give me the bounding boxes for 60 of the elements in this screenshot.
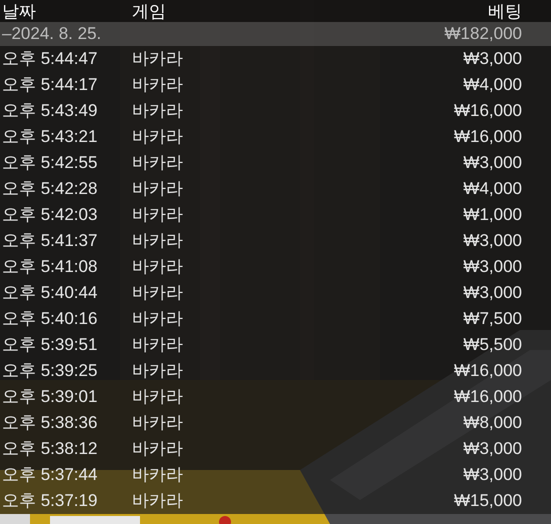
time-cell: 오후 5:41:08 <box>2 257 98 276</box>
bet-cell: ₩4,000 <box>463 179 522 198</box>
bet-cell: ₩8,000 <box>463 413 522 432</box>
bet-cell: ₩3,000 <box>463 49 522 68</box>
group-total: ₩182,000 <box>444 24 522 43</box>
time-cell: 오후 5:44:47 <box>2 49 98 68</box>
game-cell: 바카라 <box>132 75 183 94</box>
time-cell: 오후 5:41:37 <box>2 231 98 250</box>
time-cell: 오후 5:42:03 <box>2 205 98 224</box>
game-cell: 바카라 <box>132 491 183 510</box>
time-cell: 오후 5:44:17 <box>2 75 98 94</box>
game-cell: 바카라 <box>132 153 183 172</box>
column-header: 게임 <box>132 2 166 21</box>
bet-cell: ₩16,000 <box>454 361 522 380</box>
bet-cell: ₩3,000 <box>463 439 522 458</box>
game-cell: 바카라 <box>132 179 183 198</box>
time-cell: 오후 5:40:44 <box>2 283 98 302</box>
game-cell: 바카라 <box>132 283 183 302</box>
bet-cell: ₩7,500 <box>463 309 522 328</box>
time-cell: 오후 5:39:01 <box>2 387 98 406</box>
game-cell: 바카라 <box>132 413 183 432</box>
game-cell: 바카라 <box>132 231 183 250</box>
time-cell: 오후 5:42:55 <box>2 153 98 172</box>
game-cell: 바카라 <box>132 465 183 484</box>
time-cell: 오후 5:38:36 <box>2 413 98 432</box>
time-cell: 오후 5:40:16 <box>2 309 98 328</box>
bet-cell: ₩3,000 <box>463 465 522 484</box>
column-header: 날짜 <box>2 2 36 21</box>
bet-cell: ₩3,000 <box>463 153 522 172</box>
bet-cell: ₩1,000 <box>463 205 522 224</box>
game-cell: 바카라 <box>132 205 183 224</box>
time-cell: 오후 5:38:12 <box>2 439 98 458</box>
game-cell: 바카라 <box>132 49 183 68</box>
game-cell: 바카라 <box>132 127 183 146</box>
game-cell: 바카라 <box>132 309 183 328</box>
time-cell: 오후 5:39:51 <box>2 335 98 354</box>
time-cell: 오후 5:37:19 <box>2 491 98 510</box>
bet-cell: ₩16,000 <box>454 101 522 120</box>
bet-cell: ₩15,000 <box>454 491 522 510</box>
game-cell: 바카라 <box>132 257 183 276</box>
bet-cell: ₩3,000 <box>463 231 522 250</box>
game-cell: 바카라 <box>132 439 183 458</box>
bet-cell: ₩16,000 <box>454 127 522 146</box>
time-cell: 오후 5:37:44 <box>2 465 98 484</box>
time-cell: 오후 5:43:49 <box>2 101 98 120</box>
time-cell: 오후 5:43:21 <box>2 127 98 146</box>
game-cell: 바카라 <box>132 101 183 120</box>
game-cell: 바카라 <box>132 361 183 380</box>
bet-cell: ₩3,000 <box>463 283 522 302</box>
bet-cell: ₩5,500 <box>463 335 522 354</box>
game-cell: 바카라 <box>132 387 183 406</box>
column-header: 베팅 <box>488 2 522 21</box>
group-row[interactable]: –2024. 8. 25. ₩182,000 <box>0 22 551 46</box>
bet-cell: ₩3,000 <box>463 257 522 276</box>
time-cell: 오후 5:39:25 <box>2 361 98 380</box>
bet-cell: ₩16,000 <box>454 387 522 406</box>
time-cell: 오후 5:42:28 <box>2 179 98 198</box>
game-cell: 바카라 <box>132 335 183 354</box>
bet-cell: ₩4,000 <box>463 75 522 94</box>
group-date: –2024. 8. 25. <box>2 24 102 43</box>
